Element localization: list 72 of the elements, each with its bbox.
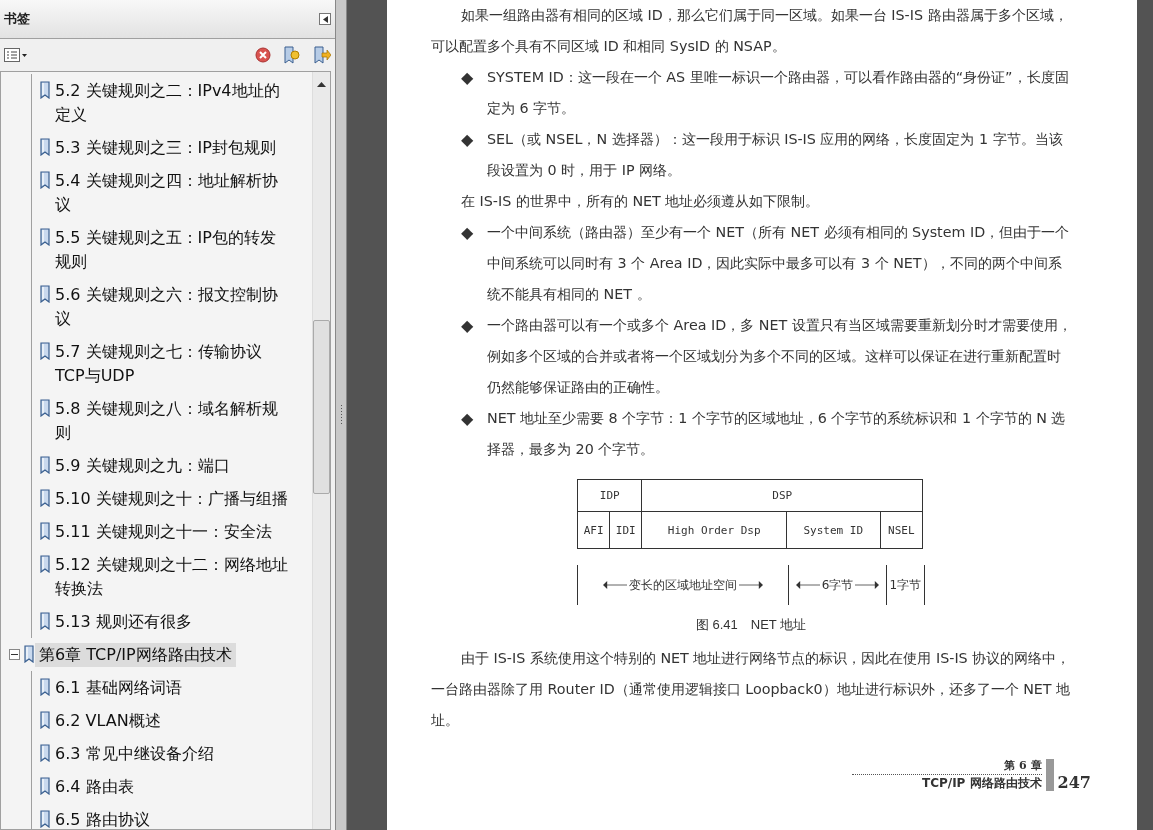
bookmark-item[interactable]: 6.3 常见中继设备介绍 <box>51 741 295 766</box>
bullet-paragraph: NET 地址至少需要 8 个字节：1 个字节的区域地址，6 个字节的系统标识和 1 个字节的 N 选择器，最多为 20 个字节。 <box>487 409 1067 459</box>
body-paragraph: 在 IS-IS 的世界中，所有的 NET 地址必须遵从如下限制。 <box>460 192 821 211</box>
bookmark-item[interactable]: 5.11 关键规则之十一：安全法 <box>51 519 295 544</box>
bookmark-item[interactable]: 6.4 路由表 <box>51 774 295 799</box>
collapse-toggle[interactable] <box>9 648 20 660</box>
scrollbar-thumb[interactable] <box>313 320 330 494</box>
delete-icon[interactable] <box>255 47 271 63</box>
bookmark-icon <box>39 170 51 189</box>
bullet-paragraph: SEL（或 NSEL，N 选择器）：这一段用于标识 IS-IS 应用的网络，长度固定为 1 字节。当该段设置为 0 时，用于 IP 网络。 <box>487 130 1064 180</box>
bullet-paragraph: SYSTEM ID：这一段在一个 AS 里唯一标识一个路由器，可以看作路由器的“身份证”，长度固定为 6 字节。 <box>487 68 1070 118</box>
scrollbar[interactable] <box>312 72 330 829</box>
dimension-label: 6字节 <box>821 577 854 593</box>
dimension-arrow <box>603 580 628 590</box>
bookmark-icon <box>39 80 51 99</box>
bookmark-item[interactable]: 5.5 关键规则之五：IP包的转发规则 <box>51 225 295 274</box>
panel-title: 书签 <box>4 10 30 28</box>
collapse-panel-button[interactable] <box>319 13 331 25</box>
bullet-paragraph: 一个中间系统（路由器）至少有一个 NET（所有 NET 必须有相同的 System ID，但由于一个中间系统可以同时有 3 个 Area ID，因此实际中最多可以有 3 个 NET），不同的两个中间系统不能具有相同的 NET 。 <box>487 223 1071 304</box>
bookmark-item[interactable]: 5.7 关键规则之七：传输协议TCP与UDP <box>51 339 295 388</box>
bookmark-item[interactable]: 6.2 VLAN概述 <box>51 708 295 733</box>
bookmark-icon <box>39 776 51 795</box>
body-paragraph: 由于 IS-IS 系统使用这个特别的 NET 地址进行网络节点的标识，因此在使用 IS-IS 协议的网络中，一台路由器除了用 Router ID（通常使用逻辑接口 Loopback0）地址进行标识外，还多了一个 NET 地址。 <box>431 649 1072 730</box>
bookmark-icon <box>23 644 35 663</box>
new-bookmark-icon[interactable] <box>283 46 301 64</box>
left-triangle-icon <box>322 15 328 23</box>
bookmark-icon <box>39 227 51 246</box>
figure-caption: 图 6.41 NET 地址 <box>694 616 808 634</box>
bookmark-icon <box>39 488 51 507</box>
chapter-title: TCP/IP 网络路由技术 <box>852 774 1042 791</box>
bullet-marker: ◆ <box>461 408 475 430</box>
dimension-label: 变长的区域地址空间 <box>629 577 738 593</box>
bookmark-arrow-icon[interactable] <box>313 46 331 64</box>
bookmark-icon <box>39 710 51 729</box>
bookmark-item[interactable]: 5.10 关键规则之十：广播与组播 <box>51 486 295 511</box>
page-number: 247 <box>1057 775 1091 791</box>
bullet-marker: ◆ <box>461 315 475 337</box>
bookmark-item[interactable]: 5.3 关键规则之三：IP封包规则 <box>51 135 295 160</box>
bookmark-icon <box>39 611 51 630</box>
bookmark-icon <box>39 137 51 156</box>
bookmark-item[interactable]: 5.2 关键规则之二：IPv4地址的定义 <box>51 78 295 127</box>
net-address-table: IDP DSP AFI IDI High Order Dsp System ID NSEL <box>577 479 923 549</box>
bookmark-item[interactable]: 5.13 规则还有很多 <box>51 609 295 634</box>
dimension-label: 1字节 <box>889 577 922 593</box>
bookmark-item[interactable]: 5.6 关键规则之六：报文控制协议 <box>51 282 295 331</box>
bookmark-item[interactable]: 5.8 关键规则之八：域名解析规则 <box>51 396 295 445</box>
bookmark-item[interactable]: 5.4 关键规则之四：地址解析协议 <box>51 168 295 217</box>
bookmark-item[interactable]: 5.9 关键规则之九：端口 <box>51 453 295 478</box>
dimension-arrow <box>795 580 820 590</box>
bookmark-item[interactable]: 第6章 TCP/IP网络路由技术 <box>35 642 236 667</box>
bookmark-icon <box>39 743 51 762</box>
options-menu-button[interactable] <box>4 48 28 62</box>
bookmark-item[interactable]: 5.12 关键规则之十二：网络地址转换法 <box>51 552 295 601</box>
bookmark-icon <box>39 554 51 573</box>
bookmark-icon <box>39 284 51 303</box>
dimension-arrow <box>739 580 764 590</box>
bookmark-icon <box>39 341 51 360</box>
bookmark-icon <box>39 521 51 540</box>
bookmark-item[interactable]: 6.5 路由协议 <box>51 807 295 829</box>
chapter-label: 第 6 章 <box>1004 758 1042 774</box>
bullet-marker: ◆ <box>461 222 475 244</box>
chapter-tab-marker <box>1045 759 1054 791</box>
bullet-marker: ◆ <box>461 129 475 151</box>
bullet-paragraph: 一个路由器可以有一个或多个 Area ID，多 NET 设置只有当区域需要重新划分时才需要使用，例如多个区域的合并或者将一个区域划分为多个不同的区域。这样可以保证在进行重新配置时仍然能够保证路由的正确性。 <box>487 316 1073 397</box>
grip-icon <box>339 405 343 425</box>
bookmark-icon <box>39 677 51 696</box>
bookmark-icon <box>39 398 51 417</box>
bookmark-item[interactable]: 6.1 基础网络词语 <box>51 675 295 700</box>
bullet-marker: ◆ <box>461 67 475 89</box>
dimension-arrow <box>855 580 880 590</box>
bookmark-icon <box>39 455 51 474</box>
body-paragraph: 如果一组路由器有相同的区域 ID，那么它们属于同一区域。如果一台 IS-IS 路由器属于多个区域，可以配置多个具有不同区域 ID 和相同 SysID 的 NSAP。 <box>431 6 1069 56</box>
